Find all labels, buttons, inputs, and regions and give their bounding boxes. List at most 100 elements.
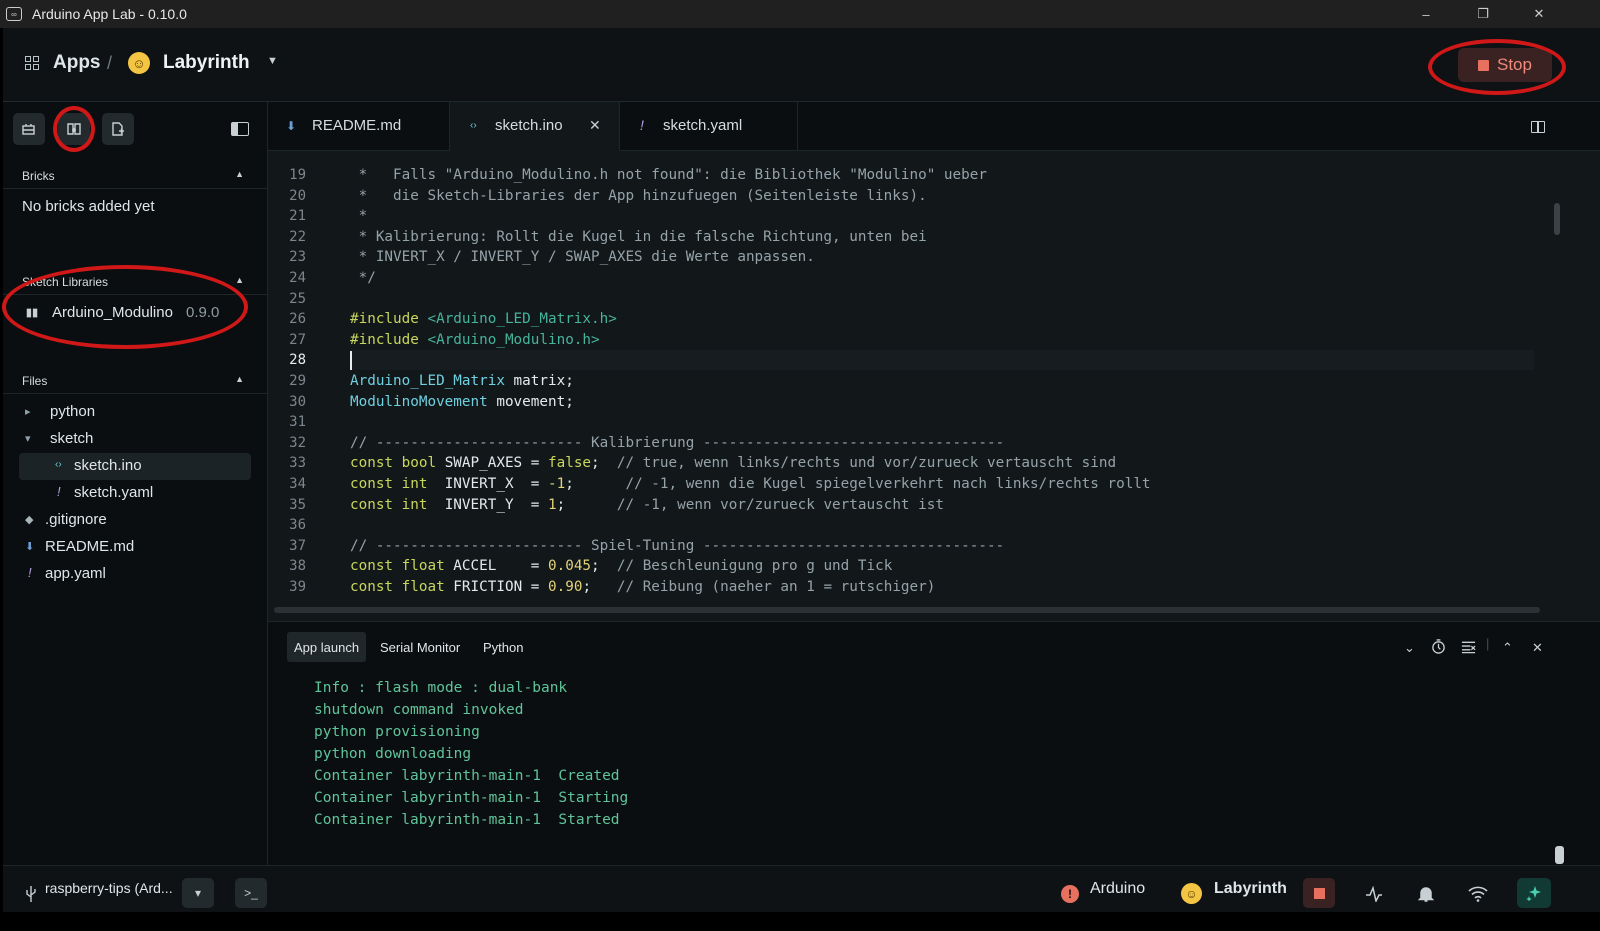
vertical-scrollbar[interactable] (1554, 203, 1560, 235)
file-tree-item-gitignore[interactable]: ◆ .gitignore (3, 507, 268, 534)
collapse-icon[interactable]: ▲ (235, 275, 244, 285)
code-line: * (350, 208, 368, 225)
close-panel-icon[interactable]: ✕ (1532, 640, 1543, 656)
tab-python[interactable]: Python (476, 632, 530, 662)
tab-sketch-yaml[interactable]: ! sketch.yaml (620, 102, 798, 151)
app-emoji-icon: ☺ (1181, 883, 1202, 904)
wifi-icon[interactable] (1468, 886, 1488, 902)
code-line: * Falls "Arduino_Modulino.h not found": … (350, 167, 987, 183)
collapse-icon[interactable]: ▲ (235, 374, 244, 384)
tab-serial-monitor[interactable]: Serial Monitor (373, 632, 467, 662)
code-line: */ (350, 270, 376, 286)
library-icon (67, 123, 81, 135)
line-number: 37 (289, 537, 306, 554)
minimize-icon[interactable]: – (1398, 0, 1454, 28)
library-item[interactable]: Arduino_Modulino 0.9.0 (3, 300, 268, 328)
sparkle-icon (1526, 886, 1541, 901)
files-section-header[interactable]: Files ▲ (3, 368, 268, 394)
bricks-icon (22, 124, 35, 135)
code-line: Arduino_LED_Matrix matrix; (350, 373, 574, 389)
collapse-icon[interactable]: ▲ (235, 169, 244, 179)
file-tree-folder-sketch[interactable]: ▾ sketch (3, 426, 268, 453)
line-number: 25 (289, 290, 306, 307)
code-line: * die Sketch-Libraries der App hinzufueg… (350, 187, 927, 204)
toggle-sidebar-icon[interactable] (231, 122, 249, 136)
files-title: Files (22, 374, 48, 388)
running-app-label[interactable]: Labyrinth (1214, 880, 1287, 898)
chevron-down-icon: ▾ (25, 433, 31, 445)
tab-sketch-ino[interactable]: ‹› sketch.ino ✕ (450, 102, 620, 151)
stop-icon (1478, 59, 1489, 71)
stop-label: Stop (1497, 55, 1532, 74)
arduino-status-label[interactable]: Arduino (1090, 880, 1145, 898)
line-number: 24 (289, 270, 306, 286)
chevron-double-down-icon[interactable]: ⌄ (1404, 640, 1415, 656)
ai-assistant-button[interactable] (1517, 878, 1551, 908)
board-dropdown-button[interactable]: ▾ (182, 878, 214, 908)
code-line: // ------------------------ Kalibrierung… (350, 434, 1005, 451)
log-line: Container labyrinth-main-1 Starting (314, 790, 629, 806)
board-name[interactable]: raspberry-tips (Ard... (45, 880, 173, 896)
file-name: .gitignore (45, 511, 107, 528)
warning-icon: ! (1061, 885, 1079, 903)
apps-grid-icon[interactable] (25, 56, 39, 70)
tab-readme[interactable]: ⬇ README.md (268, 102, 450, 151)
status-bar: raspberry-tips (Ard... ▾ >_ ! Arduino ☺ … (3, 846, 1600, 912)
code-file-icon: ‹› (470, 120, 477, 131)
activity-icon[interactable] (1365, 886, 1383, 902)
bell-icon[interactable] (1418, 885, 1434, 903)
file-tree-item-readme[interactable]: ⬇ README.md (3, 534, 268, 561)
terminal-button[interactable]: >_ (235, 878, 267, 908)
breadcrumb-apps[interactable]: Apps (53, 52, 101, 74)
timestamp-icon[interactable] (1431, 639, 1446, 654)
code-editor[interactable]: 19 20 21 22 23 24 25 26 27 28 29 30 31 32 33 34 35 36 37 38… (268, 151, 1600, 621)
split-editor-icon[interactable] (1531, 121, 1545, 133)
file-tree-folder-python[interactable]: ▸ python (3, 399, 268, 426)
close-icon[interactable]: ✕ (1511, 0, 1567, 28)
code-line: const bool SWAP_AXES = false; // true, w… (350, 455, 1117, 472)
log-line: Container labyrinth-main-1 Started (314, 812, 620, 828)
screen-bottom-border (0, 912, 1600, 931)
breadcrumb-app-name[interactable]: Labyrinth (163, 52, 250, 74)
log-line: Info : flash mode : dual-bank (314, 680, 568, 696)
maximize-icon[interactable]: ❐ (1455, 0, 1511, 28)
window-title: Arduino App Lab - 0.10.0 (32, 6, 187, 22)
usb-icon (26, 886, 36, 902)
add-brick-button[interactable] (13, 113, 45, 145)
editor-tabs: ⬇ README.md ‹› sketch.ino ✕ ! sketch.yam… (268, 102, 1600, 151)
stop-button[interactable]: Stop (1458, 48, 1552, 82)
git-file-icon: ◆ (25, 514, 34, 526)
line-number: 19 (289, 167, 306, 183)
chevron-right-icon: ▸ (25, 406, 31, 418)
line-number: 28 (289, 352, 306, 369)
app-dropdown-icon[interactable]: ▼ (267, 55, 278, 67)
tab-label: README.md (312, 117, 402, 134)
add-file-button[interactable] (102, 113, 134, 145)
file-tree-item-app-yaml[interactable]: ! app.yaml (3, 561, 268, 588)
add-library-button[interactable] (58, 113, 90, 145)
chevron-up-icon[interactable]: ⌃ (1502, 640, 1513, 656)
bricks-section-header[interactable]: Bricks ▲ (3, 163, 268, 189)
sidebar: Bricks ▲ No bricks added yet Sketch Libr… (3, 102, 268, 865)
stop-icon (1313, 887, 1325, 899)
markdown-file-icon: ⬇ (286, 119, 297, 133)
clear-output-icon[interactable] (1461, 640, 1476, 654)
tab-label: sketch.ino (495, 117, 563, 134)
stop-app-button[interactable] (1303, 878, 1335, 908)
close-tab-icon[interactable]: ✕ (589, 117, 601, 134)
scroll-thumb[interactable] (1555, 846, 1564, 864)
line-number: 23 (289, 249, 306, 266)
code-file-icon: ‹› (55, 459, 62, 470)
file-tree-item-sketch-yaml[interactable]: ! sketch.yaml (3, 480, 268, 507)
libraries-section-header[interactable]: Sketch Libraries ▲ (3, 269, 268, 295)
line-number: 34 (289, 476, 306, 492)
bricks-title: Bricks (22, 169, 55, 183)
clipped-log-line (314, 666, 574, 672)
code-line: // ------------------------ Spiel-Tuning… (350, 537, 1005, 554)
yaml-file-icon: ! (640, 117, 644, 133)
horizontal-scrollbar[interactable] (274, 607, 1540, 613)
file-tree-item-sketch-ino[interactable]: ‹› sketch.ino (19, 453, 251, 480)
line-number: 35 (289, 496, 306, 513)
library-book-icon (26, 308, 38, 318)
tab-app-launch[interactable]: App launch (287, 632, 367, 662)
